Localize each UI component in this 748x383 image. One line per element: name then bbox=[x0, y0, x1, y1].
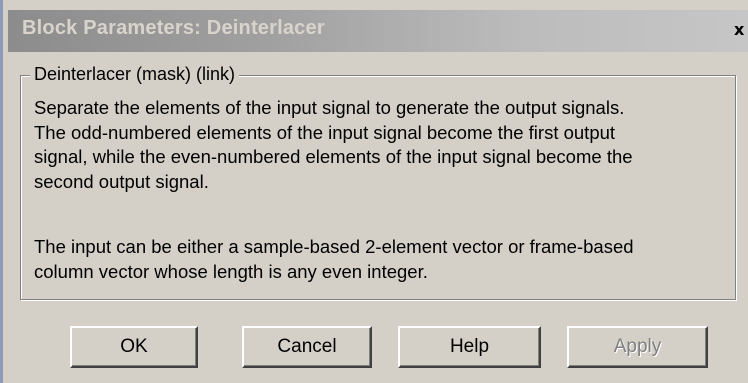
window-title: Block Parameters: Deinterlacer bbox=[22, 17, 325, 39]
cancel-button[interactable]: Cancel bbox=[242, 326, 372, 368]
block-description: Separate the elements of the input signa… bbox=[34, 96, 744, 194]
input-note: The input can be either a sample-based 2… bbox=[34, 235, 744, 284]
note-line: The input can be either a sample-based 2… bbox=[34, 236, 634, 257]
block-parameters-dialog: Block Parameters: Deinterlacer x Deinter… bbox=[0, 0, 748, 383]
help-button[interactable]: Help bbox=[398, 326, 541, 368]
window-frame-edge bbox=[0, 0, 8, 383]
description-line: signal, while the even-numbered elements… bbox=[34, 146, 633, 168]
description-line: The odd-numbered elements of the input s… bbox=[34, 121, 616, 143]
groupbox-legend: Deinterlacer (mask) (link) bbox=[30, 64, 240, 85]
description-line: Separate the elements of the input signa… bbox=[34, 97, 625, 118]
apply-button[interactable]: Apply bbox=[567, 326, 708, 368]
close-icon[interactable]: x bbox=[734, 18, 748, 42]
title-bar[interactable]: Block Parameters: Deinterlacer x bbox=[8, 10, 748, 52]
ok-button[interactable]: OK bbox=[70, 326, 198, 368]
note-line: column vector whose length is any even i… bbox=[34, 260, 428, 282]
description-line: second output signal. bbox=[34, 170, 209, 192]
